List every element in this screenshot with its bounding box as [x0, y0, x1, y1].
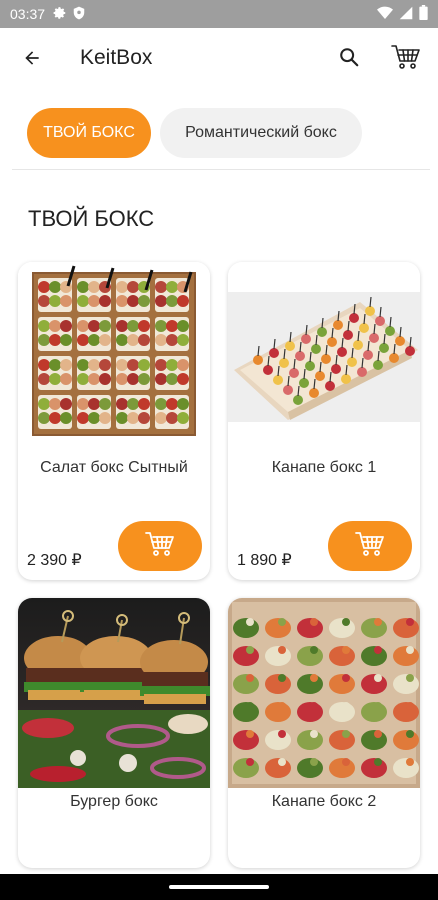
- cart-icon: [355, 531, 385, 562]
- battery-icon: [419, 5, 428, 23]
- search-icon: [338, 46, 360, 73]
- tabs-divider: [12, 169, 430, 170]
- app-title: KeitBox: [80, 46, 153, 69]
- product-image: [228, 262, 420, 438]
- product-card-canape-box-1[interactable]: Канапе бокс 1 1 890 ₽: [228, 262, 420, 580]
- product-name: Салат бокс Сытный: [40, 459, 188, 476]
- shield-icon: [73, 6, 85, 23]
- cart-button[interactable]: [388, 42, 424, 76]
- cart-icon: [145, 531, 175, 562]
- product-price: 2 390 ₽: [27, 552, 82, 569]
- product-card-salad-box[interactable]: Салат бокс Сытный 2 390 ₽: [18, 262, 210, 580]
- product-price: 1 890 ₽: [237, 552, 292, 569]
- gear-icon: [53, 6, 67, 23]
- product-name: Канапе бокс 2: [271, 793, 377, 810]
- category-tabs: ТВОЙ БОКС Романтический бокс: [0, 108, 438, 162]
- status-right-icons: [377, 5, 428, 23]
- product-image: [228, 598, 420, 788]
- product-name: Бургер бокс: [70, 793, 158, 810]
- product-card-canape-box-2[interactable]: Канапе бокс 2: [228, 598, 420, 868]
- tab-romantic-box[interactable]: Романтический бокс: [160, 108, 362, 158]
- section-title: ТВОЙ БОКС: [28, 206, 155, 231]
- product-name: Канапе бокс 1: [271, 459, 377, 476]
- arrow-back-icon: [22, 48, 42, 73]
- add-to-cart-button[interactable]: [118, 521, 202, 571]
- status-bar: 03:37: [0, 0, 438, 28]
- signal-icon: [399, 6, 413, 23]
- add-to-cart-button[interactable]: [328, 521, 412, 571]
- home-handle[interactable]: [169, 885, 269, 889]
- status-left-icons: [53, 6, 85, 23]
- system-navigation-bar: [0, 874, 438, 900]
- back-button[interactable]: [16, 44, 48, 76]
- tab-tvoy-box[interactable]: ТВОЙ БОКС: [27, 108, 151, 158]
- wifi-icon: [377, 6, 393, 23]
- search-button[interactable]: [332, 42, 366, 76]
- product-image: [18, 598, 210, 788]
- app-bar: KeitBox: [0, 28, 438, 90]
- product-image: [18, 262, 210, 438]
- cart-icon: [391, 44, 421, 75]
- status-time: 03:37: [10, 6, 46, 22]
- product-card-burger-box[interactable]: Бургер бокс: [18, 598, 210, 868]
